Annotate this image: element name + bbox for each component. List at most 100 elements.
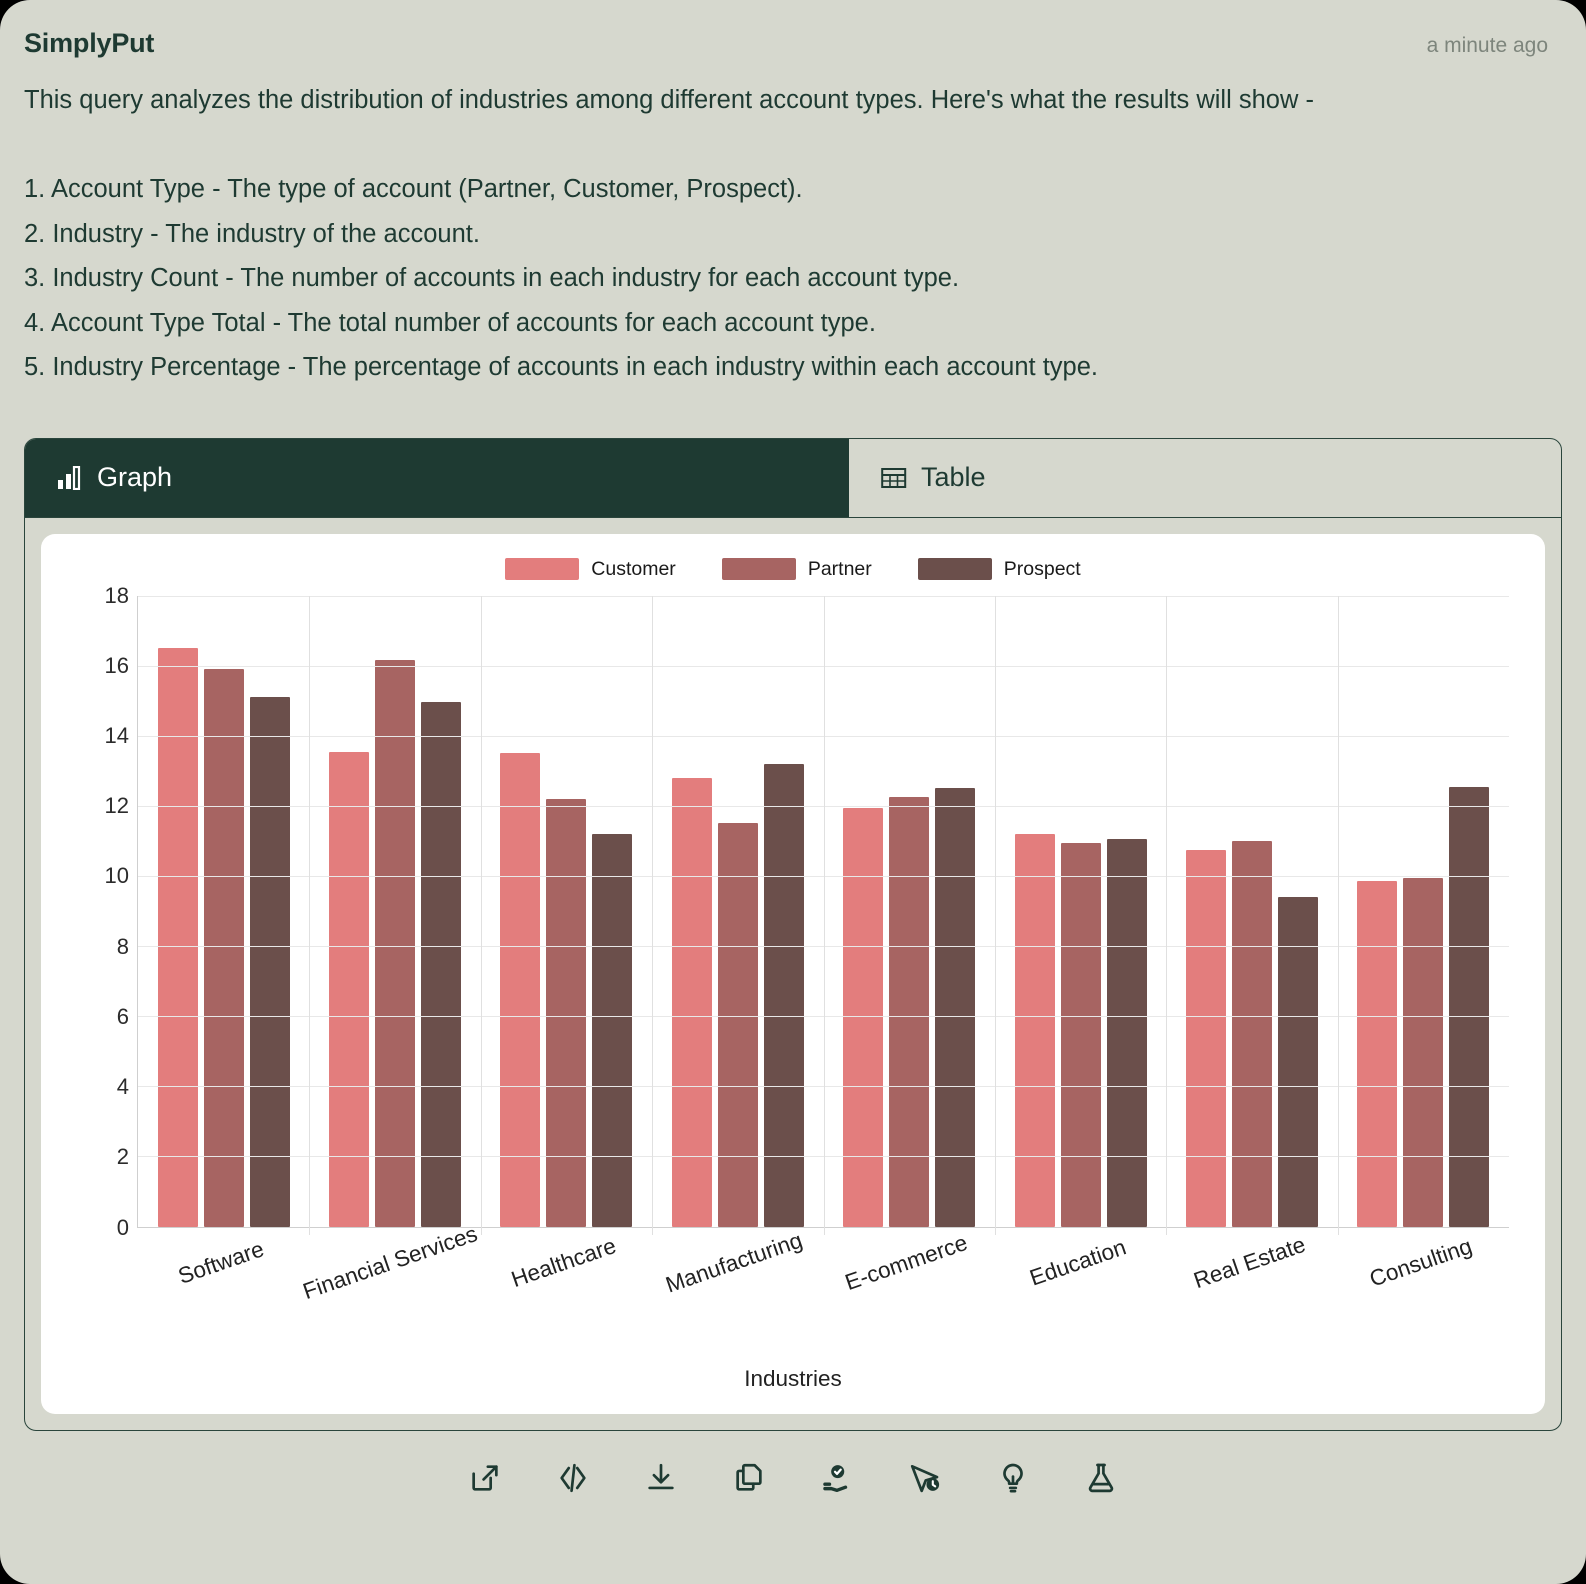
bar-group <box>824 596 995 1227</box>
group-separator <box>480 595 482 1235</box>
y-axis-tick: 16 <box>104 652 129 678</box>
open-external-button[interactable] <box>464 1457 506 1499</box>
download-icon <box>648 1463 674 1489</box>
legend-item-partner[interactable]: Partner <box>721 558 872 581</box>
group-separator <box>1166 595 1168 1235</box>
x-axis-tick: Financial Services <box>300 1220 481 1304</box>
x-axis-tick-cell: Consulting <box>1338 1228 1510 1328</box>
bar[interactable] <box>421 702 462 1227</box>
legend-item-prospect[interactable]: Prospect <box>917 557 1081 581</box>
x-axis-tick-cell: E-commerce <box>823 1228 995 1328</box>
x-axis-tick-cell: Financial Services <box>300 1220 481 1328</box>
bar[interactable] <box>375 660 416 1227</box>
x-axis-tick: Software <box>174 1235 267 1289</box>
bar[interactable] <box>1231 840 1272 1227</box>
list-item: 4. Account Type Total - The total number… <box>24 308 876 337</box>
x-axis-tick: Consulting <box>1366 1232 1476 1292</box>
y-axis-tick: 12 <box>104 793 129 819</box>
chart-legend: Customer Partner Prospect <box>41 558 1545 581</box>
view-code-button[interactable] <box>552 1457 594 1499</box>
chart-panel: Customer Partner Prospect 0 2 4 6 8 10 12 14 16 1… <box>41 533 1545 1414</box>
x-axis-title: Industries <box>744 1365 842 1391</box>
flask-icon <box>1088 1463 1114 1492</box>
bar-group <box>138 596 309 1227</box>
y-axis-tick: 18 <box>104 582 129 608</box>
copy-button[interactable] <box>728 1457 770 1499</box>
bar[interactable] <box>1403 877 1444 1227</box>
cursor-clock-icon <box>910 1464 940 1492</box>
x-axis-labels: Software Financial Services Healthcare Manu… <box>137 1220 1510 1328</box>
list-item: 5. Industry Percentage - The percentage … <box>24 353 1099 381</box>
plot-canvas <box>137 595 1509 1235</box>
tab-table[interactable]: Table <box>849 439 1561 517</box>
group-separator <box>652 595 654 1235</box>
legend-swatch-prospect <box>917 558 992 580</box>
bar-group <box>309 596 480 1227</box>
bar-group <box>1166 596 1337 1227</box>
legend-swatch-partner <box>721 558 796 580</box>
group-separator <box>994 595 996 1235</box>
y-axis-tick: 6 <box>116 1003 129 1029</box>
bar[interactable] <box>546 798 587 1227</box>
bar[interactable] <box>717 823 758 1227</box>
bar[interactable] <box>889 797 930 1227</box>
y-axis-labels: 0 2 4 6 8 10 12 14 16 18 <box>79 583 129 1240</box>
send-later-button[interactable] <box>904 1457 946 1499</box>
bar[interactable] <box>1357 881 1398 1227</box>
y-axis-tick: 0 <box>116 1214 129 1240</box>
bar[interactable] <box>1106 839 1147 1227</box>
download-button[interactable] <box>640 1457 682 1499</box>
bar-group <box>652 596 823 1227</box>
bar[interactable] <box>592 833 633 1227</box>
x-axis-tick: Healthcare <box>507 1232 619 1292</box>
timestamp: a minute ago <box>1426 34 1548 57</box>
bar-group <box>995 596 1166 1227</box>
bar[interactable] <box>671 777 712 1227</box>
legend-label-prospect: Prospect <box>1003 557 1081 580</box>
x-axis-tick: Education <box>1026 1233 1130 1291</box>
x-axis-tick-cell: Education <box>995 1228 1167 1328</box>
code-icon <box>560 1463 586 1492</box>
bar[interactable] <box>203 669 244 1227</box>
bar[interactable] <box>1014 833 1055 1227</box>
group-separator <box>309 595 311 1235</box>
legend-swatch-customer <box>505 558 580 580</box>
result-container: Graph Table Customer Partner Prospect 0 … <box>24 437 1562 1431</box>
group-separator <box>823 595 825 1235</box>
card-header: SimplyPut a minute ago <box>0 0 1586 59</box>
tab-table-label: Table <box>921 462 986 492</box>
x-axis-tick-cell: Real Estate <box>1166 1228 1338 1328</box>
bar-chart-icon <box>57 465 83 490</box>
legend-label-customer: Customer <box>591 557 676 580</box>
tab-graph-label: Graph <box>97 462 173 492</box>
simplyput-response-card: SimplyPut a minute ago This query analyz… <box>0 0 1586 1584</box>
bar[interactable] <box>1449 786 1490 1227</box>
y-axis-tick: 4 <box>116 1074 129 1100</box>
explanation-list: 1. Account Type - The type of account (P… <box>24 167 1562 390</box>
y-axis-tick: 8 <box>116 933 129 959</box>
tab-bar: Graph Table <box>25 438 1561 518</box>
bar[interactable] <box>249 697 290 1227</box>
y-axis-tick: 10 <box>104 863 129 889</box>
verify-button[interactable] <box>816 1457 858 1499</box>
x-axis-tick-cell: Manufacturing <box>652 1227 824 1328</box>
experiment-button[interactable] <box>1080 1457 1122 1499</box>
table-icon <box>881 466 907 490</box>
list-item: 2. Industry - The industry of the accoun… <box>24 219 480 248</box>
bar[interactable] <box>935 788 976 1227</box>
y-axis-tick: 2 <box>116 1144 129 1170</box>
intro-paragraph: This query analyzes the distribution of … <box>24 86 1314 114</box>
app-title: SimplyPut <box>24 28 155 58</box>
tab-graph[interactable]: Graph <box>25 438 849 517</box>
copy-icon <box>736 1463 762 1491</box>
legend-item-customer[interactable]: Customer <box>505 558 676 581</box>
plot-area: 0 2 4 6 8 10 12 14 16 18 Software Financial Servic… <box>105 583 1509 1304</box>
bar[interactable] <box>1185 849 1226 1227</box>
action-toolbar <box>0 1457 1586 1499</box>
bar[interactable] <box>329 751 370 1227</box>
hand-badge-check-icon <box>823 1464 848 1492</box>
list-item: 1. Account Type - The type of account (P… <box>24 175 803 203</box>
bar[interactable] <box>1060 842 1101 1227</box>
suggestion-button[interactable] <box>992 1457 1034 1499</box>
list-item: 3. Industry Count - The number of accoun… <box>24 264 960 292</box>
